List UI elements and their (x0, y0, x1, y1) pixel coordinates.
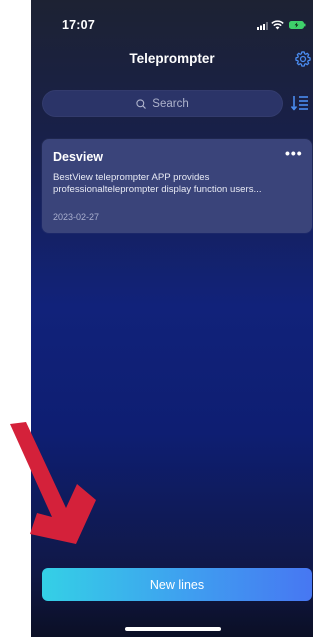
script-title: Desview (53, 150, 104, 164)
script-description-line-1: BestView teleprompter APP provides (53, 172, 210, 183)
home-indicator (125, 627, 221, 631)
sort-icon[interactable] (291, 95, 309, 111)
signal-icon (257, 22, 268, 30)
new-lines-button[interactable]: New lines (42, 568, 312, 601)
status-time: 17:07 (62, 18, 95, 32)
battery-icon (289, 21, 306, 29)
script-card[interactable]: Desview ••• BestView teleprompter APP pr… (42, 139, 312, 233)
more-options-icon[interactable]: ••• (285, 146, 303, 160)
script-description: BestView teleprompter APP provides profe… (53, 172, 303, 196)
search-placeholder: Search (152, 97, 189, 110)
status-bar: 17:07 (31, 0, 313, 40)
script-description-line-2: professionalteleprompter display functio… (53, 184, 262, 195)
gear-icon[interactable] (294, 50, 312, 68)
script-date: 2023-02-27 (53, 212, 100, 222)
page: 17:07 Teleprompter Search Desview ••• Be… (0, 0, 313, 637)
search-icon (136, 98, 147, 109)
search-field-content: Search (42, 90, 283, 117)
search-input[interactable]: Search (42, 90, 283, 117)
annotation-arrow-icon (10, 422, 96, 544)
wifi-icon (271, 20, 284, 30)
page-title: Teleprompter (129, 51, 215, 66)
